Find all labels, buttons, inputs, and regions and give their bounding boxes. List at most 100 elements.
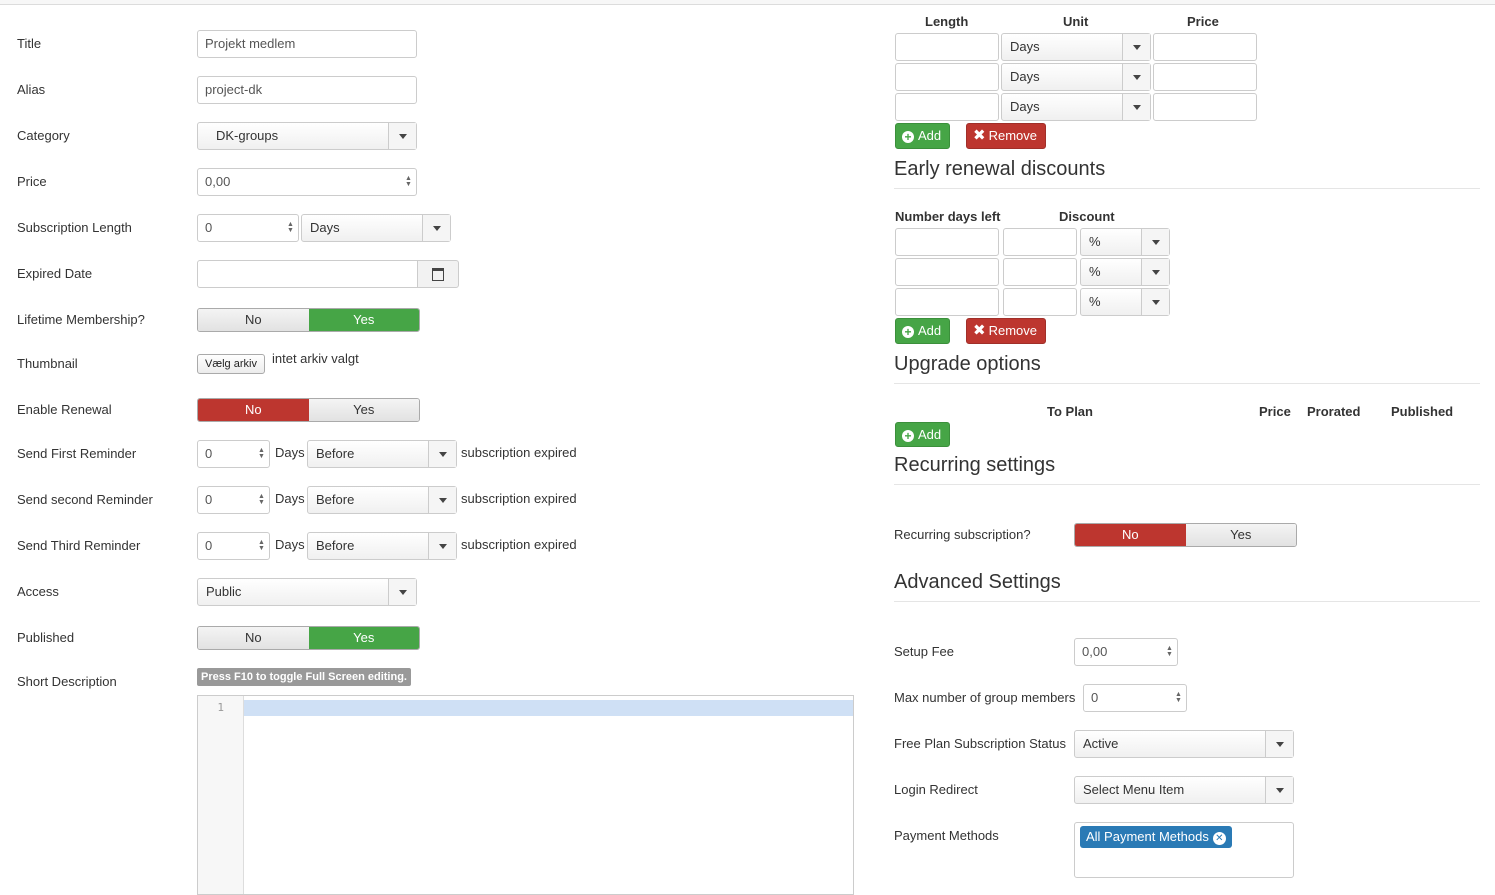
renewal-price-input[interactable] [1153, 93, 1257, 121]
reminder-days-input[interactable]: 0 ▲ ▼ [197, 440, 270, 468]
reminder-label: Send second Reminder [17, 492, 153, 507]
close-icon[interactable]: ✕ [1212, 832, 1226, 845]
free-status-value: Active [1083, 736, 1119, 751]
reminder-when-select[interactable]: Before [307, 532, 457, 560]
enable-renewal-yes-option[interactable]: Yes [308, 399, 419, 421]
lifetime-toggle[interactable]: No Yes [197, 308, 420, 332]
setup-fee-input[interactable]: 0,00 ▲ ▼ [1074, 638, 1178, 666]
discount-type-select[interactable]: % [1080, 288, 1170, 316]
renewal-length-input[interactable] [895, 93, 999, 121]
reminder-when-value: Before [316, 538, 355, 553]
price-header: Price [1187, 14, 1219, 29]
max-members-input[interactable]: 0 ▲ ▼ [1083, 684, 1187, 712]
chevron-down-icon [388, 579, 416, 605]
renewal-length-input[interactable] [895, 63, 999, 91]
access-select[interactable]: Public [197, 578, 417, 606]
subscription-length-input[interactable]: 0 ▲ ▼ [197, 214, 299, 242]
spinner-icon[interactable]: ▲ ▼ [405, 175, 412, 188]
recurring-no-option[interactable]: No [1075, 524, 1186, 546]
discount-type-select[interactable]: % [1080, 228, 1170, 256]
renewal-price-input[interactable] [1153, 63, 1257, 91]
spinner-icon[interactable]: ▲ ▼ [258, 447, 265, 460]
subscription-length-unit-select[interactable]: Days [301, 214, 451, 242]
recurring-toggle[interactable]: No Yes [1074, 523, 1297, 547]
upgrade-add-button[interactable]: + Add [895, 422, 951, 447]
enable-renewal-no-option[interactable]: No [198, 399, 309, 421]
renewal-length-input[interactable] [895, 33, 999, 61]
title-label: Title [17, 36, 42, 51]
expired-date-input[interactable] [197, 260, 418, 288]
chevron-down-icon [1122, 34, 1150, 60]
lifetime-yes-option[interactable]: Yes [308, 309, 419, 331]
payment-method-tag-label: All Payment Methods [1086, 829, 1209, 844]
reminder-when-value: Before [316, 492, 355, 507]
calendar-button[interactable] [417, 260, 459, 288]
renewal-unit-select[interactable]: Days [1001, 63, 1151, 91]
reminder-label: Send First Reminder [17, 446, 137, 461]
login-redirect-label: Login Redirect [894, 782, 978, 797]
login-redirect-value: Select Menu Item [1083, 782, 1185, 797]
length-header: Length [925, 14, 969, 29]
reminder-days-value: 0 [205, 446, 213, 461]
free-status-select[interactable]: Active [1074, 730, 1294, 758]
reminder-days-input[interactable]: 0 ▲ ▼ [197, 486, 270, 514]
chevron-down-icon [1141, 289, 1169, 315]
reminder-suffix-text: subscription expired [461, 537, 577, 552]
enable-renewal-toggle[interactable]: No Yes [197, 398, 420, 422]
published-yes-option[interactable]: Yes [308, 627, 419, 649]
chevron-down-icon [428, 441, 456, 467]
prorated-header: Prorated [1307, 404, 1361, 419]
choose-file-button[interactable]: Vælg arkiv [197, 354, 265, 374]
reminder-when-select[interactable]: Before [307, 440, 457, 468]
title-input[interactable]: Projekt medlem [197, 30, 417, 58]
days-left-input[interactable] [895, 228, 999, 256]
discount-remove-label: Remove [988, 323, 1037, 338]
renewal-unit-value: Days [1010, 69, 1040, 84]
price-input[interactable]: 0,00 ▲ ▼ [197, 168, 417, 196]
published-toggle[interactable]: No Yes [197, 626, 420, 650]
published-no-option[interactable]: No [198, 627, 309, 649]
upgrade-add-label: Add [918, 427, 942, 442]
reminder-days-value: 0 [205, 492, 213, 507]
chevron-down-icon [1265, 777, 1293, 803]
spinner-icon[interactable]: ▲ ▼ [287, 221, 294, 234]
renewal-unit-select[interactable]: Days [1001, 93, 1151, 121]
reminder-days-input[interactable]: 0 ▲ ▼ [197, 532, 270, 560]
price-label: Price [17, 174, 47, 189]
login-redirect-select[interactable]: Select Menu Item [1074, 776, 1294, 804]
spinner-icon[interactable]: ▲ ▼ [1166, 645, 1173, 658]
lifetime-no-option[interactable]: No [198, 309, 309, 331]
reminder-unit-text: Days [275, 445, 305, 460]
payment-methods-label: Payment Methods [894, 828, 999, 843]
renewal-remove-button[interactable]: ✖ Remove [966, 123, 1046, 149]
recurring-label: Recurring subscription? [894, 527, 1031, 542]
discount-input[interactable] [1003, 258, 1077, 286]
active-line[interactable] [244, 700, 853, 716]
max-members-label: Max number of group members [894, 690, 1076, 705]
spinner-icon[interactable]: ▲ ▼ [1175, 691, 1182, 704]
spinner-icon[interactable]: ▲ ▼ [258, 493, 265, 506]
days-left-input[interactable] [895, 288, 999, 316]
alias-input[interactable]: project-dk [197, 76, 417, 104]
reminder-when-select[interactable]: Before [307, 486, 457, 514]
reminder-unit-text: Days [275, 537, 305, 552]
reminder-label: Send Third Reminder [17, 538, 141, 553]
discount-input[interactable] [1003, 288, 1077, 316]
renewal-price-input[interactable] [1153, 33, 1257, 61]
discount-add-button[interactable]: + Add [895, 318, 951, 344]
calendar-icon [432, 268, 444, 281]
discount-type-select[interactable]: % [1080, 258, 1170, 286]
renewal-unit-value: Days [1010, 39, 1040, 54]
spinner-icon[interactable]: ▲ ▼ [258, 539, 265, 552]
renewal-add-button[interactable]: + Add [895, 123, 951, 149]
discount-input[interactable] [1003, 228, 1077, 256]
category-select[interactable]: DK-groups [197, 122, 417, 150]
setup-fee-value: 0,00 [1082, 644, 1108, 659]
renewal-add-label: Add [918, 128, 942, 143]
discount-remove-button[interactable]: ✖ Remove [966, 318, 1046, 344]
days-left-input[interactable] [895, 258, 999, 286]
renewal-unit-select[interactable]: Days [1001, 33, 1151, 61]
recurring-yes-option[interactable]: Yes [1185, 524, 1296, 546]
code-editor[interactable]: 1 [197, 695, 854, 895]
reminder-unit-text: Days [275, 491, 305, 506]
